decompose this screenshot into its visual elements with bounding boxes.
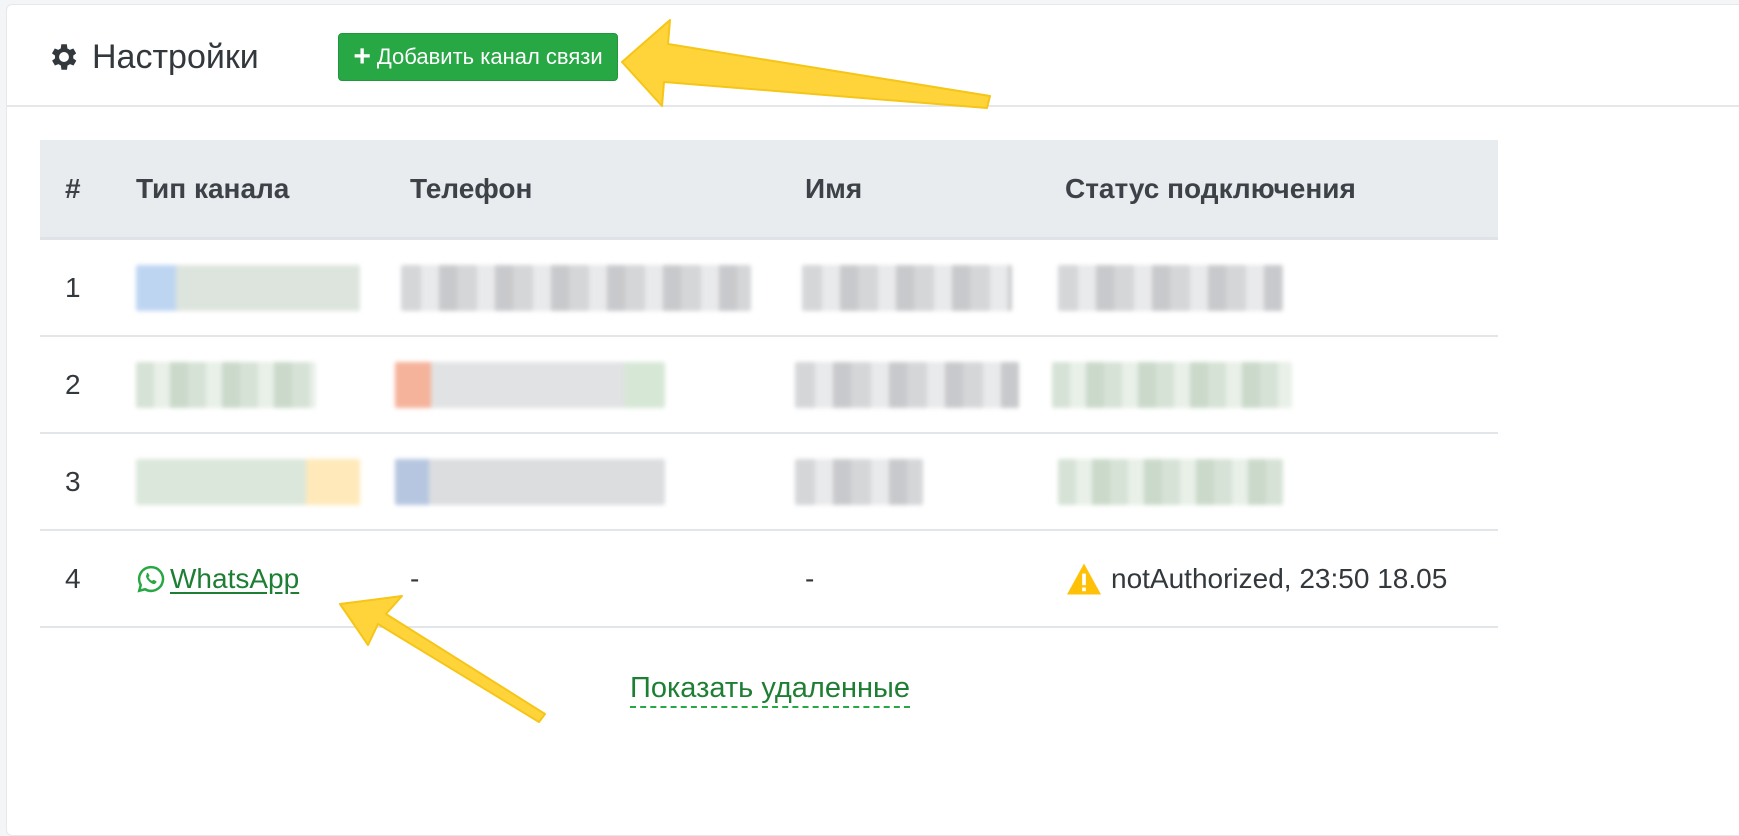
whatsapp-icon — [137, 565, 165, 592]
column-header-number: # — [65, 172, 81, 204]
table-row[interactable]: 2 — [40, 337, 1498, 434]
table-row[interactable]: 3 — [40, 434, 1498, 531]
table-row[interactable]: 4 WhatsApp - - notAuthorized, 23:50 18.0… — [40, 531, 1498, 628]
phone-cell: - — [410, 562, 420, 594]
show-deleted-link[interactable]: Показать удаленные — [630, 670, 910, 708]
redacted-name — [795, 337, 1019, 432]
gear-icon — [51, 44, 77, 70]
redacted-channel-type — [136, 337, 316, 432]
column-header-name: Имя — [805, 172, 863, 204]
add-channel-button-label: Добавить канал связи — [376, 44, 603, 69]
redacted-channel-type — [136, 434, 360, 529]
redacted-phone — [401, 240, 751, 335]
redacted-channel-type — [136, 240, 360, 335]
page-title-text: Настройки — [92, 37, 259, 76]
add-channel-button[interactable]: + Добавить канал связи — [338, 33, 618, 81]
status-cell: notAuthorized, 23:50 18.05 — [1065, 531, 1447, 626]
name-cell: - — [805, 562, 815, 594]
whatsapp-link-label: WhatsApp — [170, 562, 300, 594]
status-text: notAuthorized, 23:50 18.05 — [1111, 562, 1448, 594]
redacted-phone — [395, 434, 665, 529]
column-header-channel-type: Тип канала — [136, 172, 290, 204]
channel-type-cell: WhatsApp — [136, 531, 299, 626]
column-header-phone: Телефон — [410, 172, 533, 204]
plus-icon: + — [353, 40, 371, 73]
table-row[interactable]: 1 — [40, 240, 1498, 337]
redacted-status — [1058, 434, 1283, 529]
row-number: 2 — [65, 368, 81, 400]
column-header-status: Статус подключения — [1065, 172, 1356, 204]
channels-table: # Тип канала Телефон Имя Статус подключе… — [40, 140, 1498, 628]
redacted-status — [1058, 240, 1283, 335]
page-title: Настройки — [47, 35, 259, 79]
row-number: 4 — [65, 562, 81, 594]
table-header: # Тип канала Телефон Имя Статус подключе… — [40, 140, 1498, 240]
warning-icon — [1067, 563, 1101, 594]
whatsapp-link[interactable]: WhatsApp — [136, 563, 299, 595]
redacted-name — [802, 240, 1012, 335]
redacted-name — [795, 434, 923, 529]
redacted-phone — [395, 337, 665, 432]
row-number: 3 — [65, 465, 81, 497]
row-number: 1 — [65, 271, 81, 303]
redacted-status — [1052, 337, 1292, 432]
card-header: Настройки + Добавить канал связи — [7, 5, 1739, 107]
